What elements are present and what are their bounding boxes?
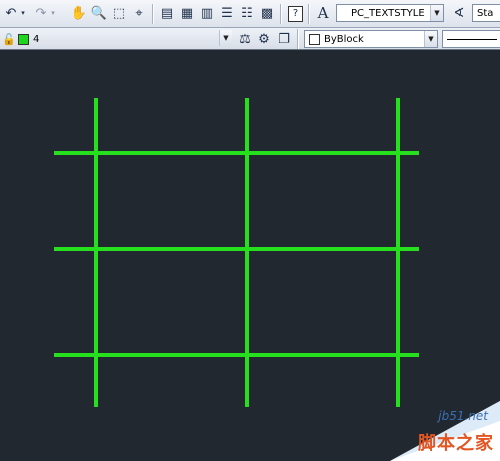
dimension-style-icon[interactable]: ∢ bbox=[450, 4, 468, 22]
site-watermark: jb51.net 脚本之家 bbox=[370, 391, 500, 461]
quickcalc-icon[interactable]: ▩ bbox=[258, 4, 276, 22]
layer-name: 4 bbox=[33, 33, 40, 45]
zoom-realtime-icon[interactable]: 🔍 bbox=[90, 4, 108, 22]
tool-palettes-icon[interactable]: ▥ bbox=[198, 4, 216, 22]
dimension-style-dropdown[interactable]: Sta bbox=[472, 4, 500, 22]
lineweight-color-swatch bbox=[309, 33, 320, 45]
markup-icon[interactable]: ☷ bbox=[238, 4, 256, 22]
text-style-icon[interactable]: A bbox=[314, 4, 332, 22]
text-style-dropdown[interactable]: PC_TEXTSTYLE ▼ bbox=[336, 4, 444, 22]
sheet-set-icon[interactable]: ☰ bbox=[218, 4, 236, 22]
horizontal-line[interactable] bbox=[54, 353, 419, 357]
layer-dropdown[interactable]: 4 ▼ bbox=[14, 30, 232, 48]
redo-dropdown-icon[interactable]: ▾ bbox=[48, 4, 58, 22]
layers-toolbar: 🔓 4 ▼ ⚖ ⚙ ❐ ByBlock ▼ bbox=[0, 28, 500, 50]
linetype-dropdown[interactable] bbox=[442, 30, 500, 48]
watermark-name: 脚本之家 bbox=[418, 433, 494, 454]
help-icon[interactable]: ? bbox=[288, 6, 303, 22]
layer-states-icon[interactable]: ❐ bbox=[275, 30, 293, 48]
layer-previous-icon[interactable]: ⚙ bbox=[255, 30, 273, 48]
properties-icon[interactable]: ▤ bbox=[158, 4, 176, 22]
zoom-previous-icon[interactable]: ⌖ bbox=[130, 4, 148, 22]
text-style-value: PC_TEXTSTYLE bbox=[351, 7, 425, 19]
layer-color-swatch bbox=[18, 33, 29, 45]
lineweight-value: ByBlock bbox=[324, 33, 364, 45]
pan-icon[interactable]: ✋ bbox=[70, 4, 88, 22]
watermark-site: jb51.net bbox=[438, 409, 488, 423]
toolbar-separator bbox=[280, 4, 282, 24]
linetype-sample bbox=[447, 38, 497, 40]
vertical-line[interactable] bbox=[245, 98, 249, 407]
chevron-down-icon[interactable]: ▼ bbox=[424, 31, 437, 47]
toolbar-separator bbox=[152, 4, 154, 24]
chevron-down-icon[interactable]: ▼ bbox=[219, 30, 232, 46]
make-current-layer-icon[interactable]: ⚖ bbox=[236, 30, 254, 48]
dimension-style-value: Sta bbox=[477, 7, 494, 19]
undo-dropdown-icon[interactable]: ▾ bbox=[18, 4, 28, 22]
lineweight-dropdown[interactable]: ByBlock ▼ bbox=[304, 30, 438, 48]
vertical-line[interactable] bbox=[396, 98, 400, 407]
zoom-window-icon[interactable]: ⬚ bbox=[110, 4, 128, 22]
horizontal-line[interactable] bbox=[54, 247, 419, 251]
toolbar-separator bbox=[308, 4, 310, 24]
design-center-icon[interactable]: ▦ bbox=[178, 4, 196, 22]
toolbar-separator bbox=[297, 29, 299, 49]
chevron-down-icon[interactable]: ▼ bbox=[430, 5, 443, 21]
vertical-line[interactable] bbox=[94, 98, 98, 407]
standard-toolbar: ↶ ▾ ↷ ▾ ✋ 🔍 ⬚ ⌖ ▤ ▦ ▥ ☰ ☷ ▩ ? A PC_TEXTS… bbox=[0, 0, 500, 28]
horizontal-line[interactable] bbox=[54, 151, 419, 155]
